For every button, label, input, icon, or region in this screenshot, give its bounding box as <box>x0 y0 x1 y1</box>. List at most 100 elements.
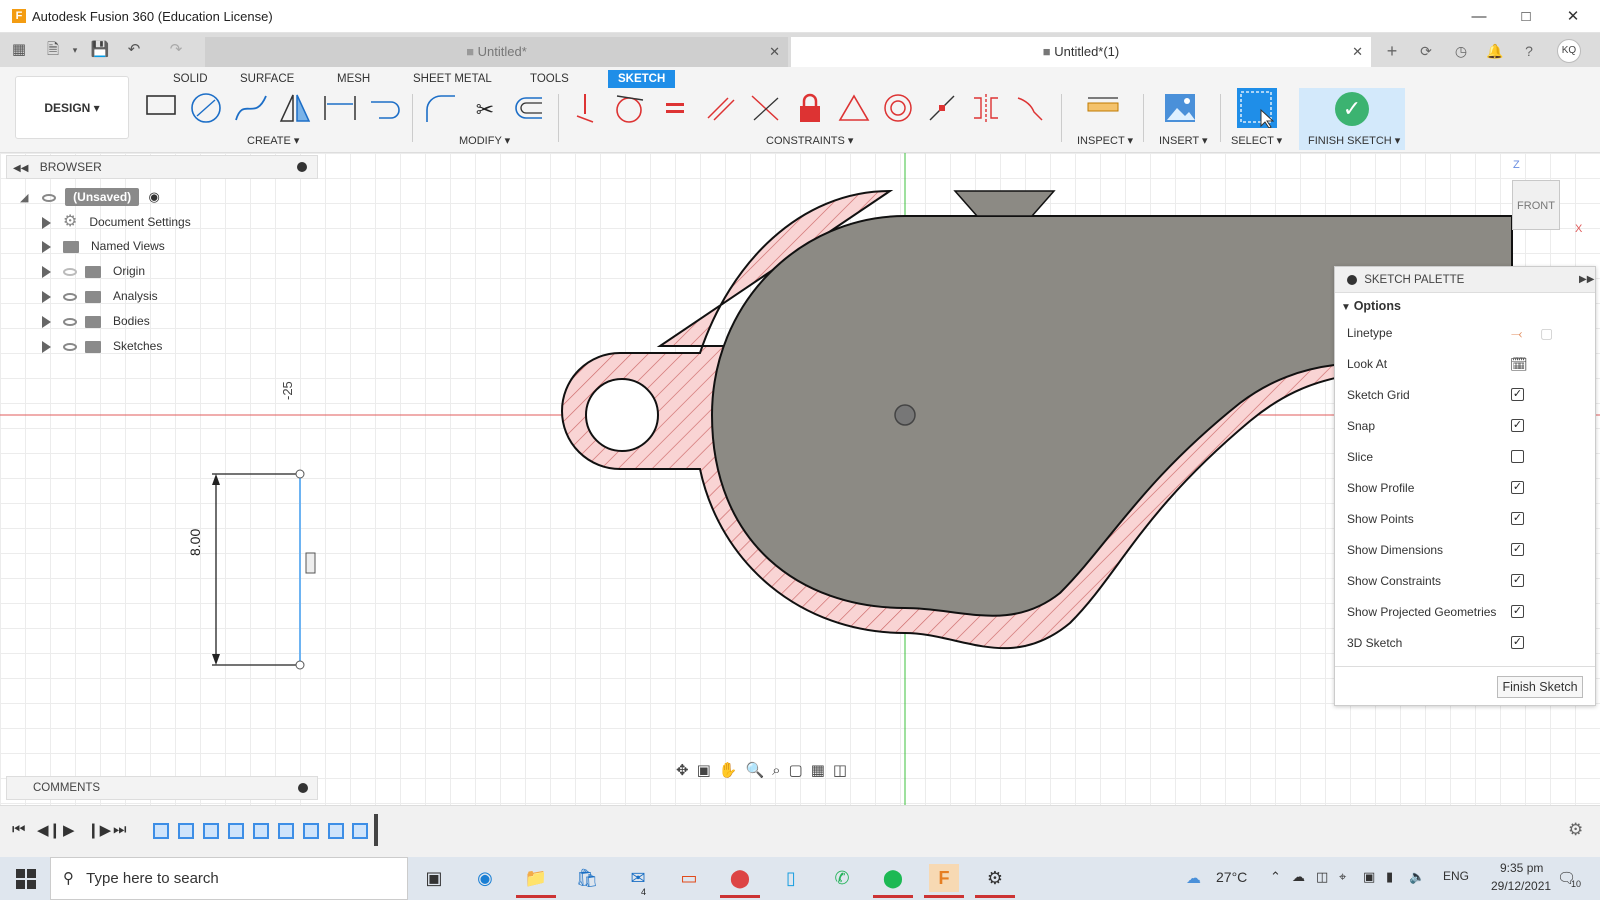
clock-time[interactable]: 9:35 pm <box>1500 861 1543 875</box>
expand-triangle-icon[interactable] <box>42 340 51 353</box>
whatsapp-icon[interactable]: ✆ <box>827 864 857 892</box>
timeline-extrude-feature[interactable] <box>178 823 194 839</box>
timeline-feature[interactable] <box>352 823 368 839</box>
browser-header[interactable]: ◀◀ BROWSER <box>6 155 318 179</box>
create-menu[interactable]: CREATE ▾ <box>247 134 299 147</box>
notes-app-icon[interactable]: ▯ <box>776 864 806 892</box>
offset-tool-icon[interactable] <box>511 92 549 128</box>
finish-sketch-check-icon[interactable]: ✓ <box>1335 92 1369 126</box>
fit-icon[interactable]: ⌕ <box>772 762 788 779</box>
insert-image-icon[interactable] <box>1161 92 1199 128</box>
step-back-icon[interactable]: ◀❙ <box>37 821 61 839</box>
slice-checkbox[interactable] <box>1511 450 1524 463</box>
palette-options-icon[interactable] <box>1347 274 1357 285</box>
inspect-menu[interactable]: INSPECT ▾ <box>1077 134 1133 147</box>
measure-ruler-icon[interactable] <box>1084 92 1122 128</box>
tree-item-sketches[interactable]: Sketches <box>20 334 320 359</box>
tab-tools[interactable]: TOOLS <box>526 70 573 88</box>
expand-triangle-icon[interactable] <box>42 216 51 229</box>
spline-tool-icon[interactable] <box>232 92 270 128</box>
construction-linetype-icon[interactable]: ⤙ <box>1511 321 1522 345</box>
wifi-icon[interactable]: ⌖ <box>1339 869 1346 885</box>
viewcube[interactable]: FRONT <box>1512 180 1560 230</box>
constraints-menu[interactable]: CONSTRAINTS ▾ <box>766 134 853 147</box>
expand-triangle-icon[interactable] <box>42 315 51 328</box>
tree-item-origin[interactable]: Origin <box>20 259 320 284</box>
collapse-browser-icon[interactable]: ◀◀ <box>13 163 28 174</box>
symmetric-constraint-icon[interactable] <box>967 92 1005 128</box>
help-icon[interactable]: ? <box>1518 40 1540 62</box>
go-to-start-icon[interactable]: ⏮ <box>12 821 26 838</box>
user-avatar[interactable]: KQ <box>1557 39 1581 63</box>
expand-triangle-icon[interactable] <box>42 265 51 278</box>
new-tab-plus-icon[interactable]: + <box>1381 40 1403 62</box>
look-at-icon[interactable]: 🗓 <box>1510 352 1528 376</box>
activate-radio-icon[interactable]: ◉ <box>149 189 160 204</box>
show-points-checkbox[interactable]: ✓ <box>1511 512 1524 525</box>
visibility-eye-icon[interactable] <box>63 342 77 351</box>
finish-sketch-area[interactable]: ✓ FINISH SKETCH ▾ <box>1299 88 1405 150</box>
dimension-value-horizontal[interactable]: -25 <box>280 381 295 400</box>
mirror-tool-icon[interactable] <box>276 92 314 128</box>
fix-lock-icon[interactable] <box>791 92 829 128</box>
pan-hand-icon[interactable]: ✋ <box>719 762 746 779</box>
3d-sketch-checkbox[interactable]: ✓ <box>1511 636 1524 649</box>
play-icon[interactable]: ▶ <box>63 821 75 839</box>
timeline-marker[interactable] <box>374 814 378 846</box>
file-chevron-down-icon[interactable]: ▾ <box>65 40 85 60</box>
data-panel-grid-icon[interactable]: ▦ <box>9 40 29 60</box>
timeline-feature[interactable] <box>303 823 319 839</box>
collapse-triangle-icon[interactable]: ◢ <box>20 192 28 204</box>
coincident-constraint-icon[interactable] <box>567 92 605 128</box>
palette-header[interactable]: SKETCH PALETTE ▶▶ <box>1335 267 1595 293</box>
grid-settings-icon[interactable]: ▦ <box>811 762 833 779</box>
file-explorer-icon[interactable]: 📁 <box>516 864 556 898</box>
job-status-clock-icon[interactable]: ◷ <box>1450 40 1472 62</box>
visibility-eye-icon[interactable] <box>63 317 77 326</box>
mail-icon[interactable]: ✉ 4 <box>623 864 653 897</box>
input-language[interactable]: ENG <box>1443 869 1469 883</box>
task-view-icon[interactable]: ▣ <box>419 864 449 892</box>
select-tool-icon[interactable] <box>1237 88 1277 129</box>
tab-sheet-metal[interactable]: SHEET METAL <box>409 70 496 88</box>
timeline-feature[interactable] <box>278 823 294 839</box>
timeline-sketch-feature[interactable] <box>153 823 169 839</box>
windows-start-icon[interactable] <box>16 869 36 889</box>
temperature[interactable]: 27°C <box>1216 869 1247 885</box>
timeline-feature[interactable] <box>253 823 269 839</box>
tree-item-document-settings[interactable]: ⚙ Document Settings <box>20 209 320 234</box>
file-menu-icon[interactable]: 🗎 <box>43 40 63 60</box>
battery-icon[interactable]: ▮ <box>1386 869 1393 885</box>
trim-scissors-icon[interactable]: ✂ <box>466 92 504 128</box>
show-projected-geometries-checkbox[interactable]: ✓ <box>1511 605 1524 618</box>
chrome-icon[interactable]: ⬤ <box>720 864 760 898</box>
slot-tool-icon[interactable] <box>366 92 404 128</box>
viewports-icon[interactable]: ◫ <box>833 762 855 779</box>
look-at-icon[interactable]: ▣ <box>697 762 719 779</box>
tab-untitled-1[interactable]: ■ Untitled*(1) ✕ <box>791 37 1371 67</box>
options-section[interactable]: ▼ Options <box>1341 296 1401 318</box>
clock-date[interactable]: 29/12/2021 <box>1491 879 1551 893</box>
step-forward-icon[interactable]: ❙▶ <box>87 821 111 839</box>
taskbar-search-box[interactable]: ⚲ Type here to search <box>50 857 408 900</box>
sketch-grid-checkbox[interactable]: ✓ <box>1511 388 1524 401</box>
office-icon[interactable]: ▭ <box>674 864 704 892</box>
parallel-constraint-icon[interactable] <box>702 92 740 128</box>
perpendicular-constraint-icon[interactable] <box>746 92 784 128</box>
tray-chevron-up-icon[interactable]: ⌃ <box>1270 869 1281 885</box>
close-tab-icon[interactable]: ✕ <box>1352 37 1363 67</box>
go-to-end-icon[interactable]: ⏭ <box>113 821 127 838</box>
hidden-eye-icon[interactable] <box>63 267 77 276</box>
timeline-settings-gear-icon[interactable]: ⚙ <box>1568 820 1583 840</box>
weather-icon[interactable]: ☁ <box>1186 869 1201 887</box>
timeline-feature[interactable] <box>203 823 219 839</box>
meet-now-icon[interactable]: ◫ <box>1316 869 1328 885</box>
expand-triangle-icon[interactable] <box>42 240 51 253</box>
tab-surface[interactable]: SURFACE <box>236 70 298 88</box>
fusion360-taskbar-icon[interactable]: F <box>924 864 964 898</box>
zoom-icon[interactable]: 🔍 <box>745 762 772 779</box>
expand-palette-icon[interactable]: ▶▶ <box>1579 267 1594 293</box>
fillet-tool-icon[interactable] <box>421 92 459 128</box>
tab-sketch[interactable]: SKETCH <box>608 70 676 88</box>
notifications-bell-icon[interactable]: 🔔 <box>1484 40 1506 62</box>
